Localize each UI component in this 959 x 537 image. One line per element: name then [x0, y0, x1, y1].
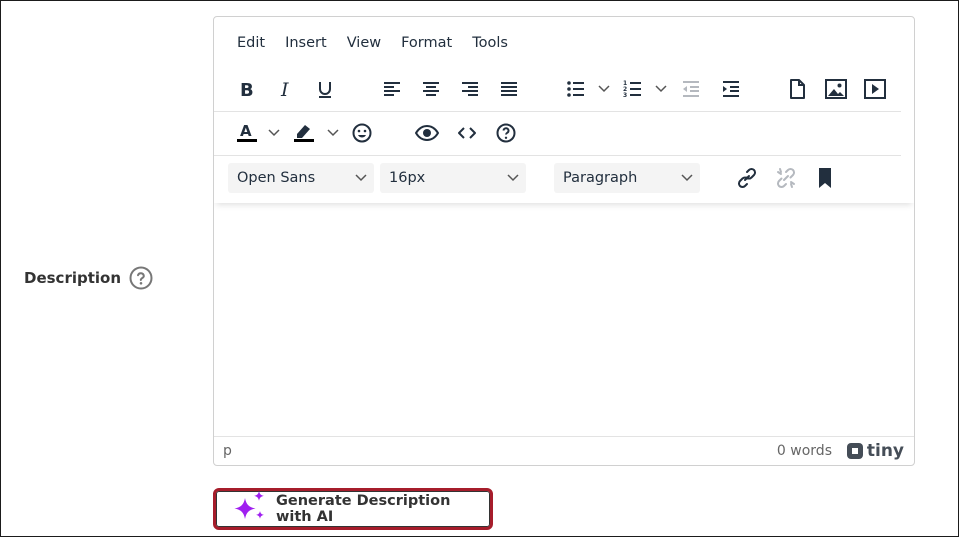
generate-description-ai-button[interactable]: Generate Description with AI	[213, 488, 493, 530]
font-family-value: Open Sans	[237, 170, 316, 186]
bold-icon[interactable]: B	[232, 74, 262, 104]
text-color-icon[interactable]: A	[232, 118, 262, 148]
toolbar-row-extras: A	[214, 111, 901, 156]
editor-statusbar: p 0 words tiny	[214, 436, 914, 465]
justify-icon[interactable]	[494, 74, 524, 104]
rich-text-editor: Edit Insert View Format Tools B I 1 2 3 …	[213, 16, 915, 466]
word-count[interactable]: 0 words	[777, 443, 832, 459]
chevron-down-icon[interactable]	[597, 74, 611, 104]
preview-icon[interactable]	[412, 118, 442, 148]
font-family-select[interactable]: Open Sans	[228, 163, 374, 193]
toolbar-row-styles: Open Sans 16px Paragraph	[214, 155, 914, 203]
numbered-list-icon[interactable]: 123	[618, 74, 648, 104]
outdent-icon[interactable]	[676, 74, 706, 104]
font-size-select[interactable]: 16px	[380, 163, 526, 193]
sparkle-icon	[232, 490, 268, 528]
menu-tools[interactable]: Tools	[461, 33, 517, 53]
tiny-logo-icon	[846, 443, 863, 459]
tiny-logo[interactable]: tiny	[846, 441, 904, 461]
element-path[interactable]: p	[223, 443, 232, 459]
italic-icon[interactable]: I	[271, 74, 301, 104]
source-code-icon[interactable]	[452, 118, 482, 148]
chevron-down-icon	[506, 163, 520, 193]
tiny-brand-text: tiny	[866, 441, 904, 461]
generate-description-ai-label: Generate Description with AI	[276, 493, 451, 525]
question-circle-icon[interactable]	[129, 266, 153, 290]
font-size-value: 16px	[389, 170, 426, 186]
toolbar-row-formatting: B I 123	[214, 67, 901, 112]
underline-icon[interactable]	[310, 74, 340, 104]
menu-view[interactable]: View	[336, 33, 390, 53]
bullet-list-icon[interactable]	[561, 74, 591, 104]
menu-insert[interactable]: Insert	[274, 33, 336, 53]
svg-text:A: A	[240, 122, 252, 140]
block-format-value: Paragraph	[563, 170, 638, 186]
align-left-icon[interactable]	[377, 74, 407, 104]
menu-edit[interactable]: Edit	[226, 33, 274, 53]
chevron-down-icon	[354, 163, 368, 193]
editor-content-area[interactable]	[214, 203, 914, 435]
image-icon[interactable]	[821, 74, 851, 104]
document-icon[interactable]	[782, 74, 812, 104]
svg-text:B: B	[240, 80, 254, 99]
align-right-icon[interactable]	[455, 74, 485, 104]
highlight-icon[interactable]	[289, 118, 319, 148]
chevron-down-icon[interactable]	[654, 74, 668, 104]
bookmark-icon[interactable]	[810, 163, 840, 193]
menu-format[interactable]: Format	[390, 33, 461, 53]
svg-text:I: I	[280, 79, 289, 99]
link-icon[interactable]	[732, 163, 762, 193]
description-label-group: Description	[24, 266, 153, 290]
indent-icon[interactable]	[716, 74, 746, 104]
chevron-down-icon[interactable]	[326, 118, 340, 148]
chevron-down-icon	[680, 163, 694, 193]
chevron-down-icon[interactable]	[267, 118, 281, 148]
unlink-icon[interactable]	[771, 163, 801, 193]
align-center-icon[interactable]	[416, 74, 446, 104]
svg-text:3: 3	[623, 92, 627, 99]
media-icon[interactable]	[860, 74, 890, 104]
editor-menubar: Edit Insert View Format Tools	[226, 33, 517, 53]
description-label: Description	[24, 269, 122, 287]
block-format-select[interactable]: Paragraph	[554, 163, 700, 193]
help-icon[interactable]	[491, 118, 521, 148]
emoji-icon[interactable]	[347, 118, 377, 148]
